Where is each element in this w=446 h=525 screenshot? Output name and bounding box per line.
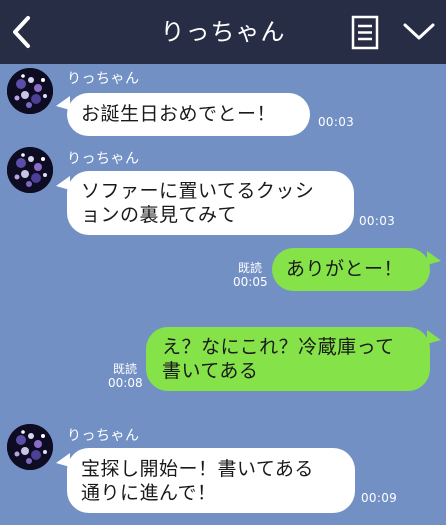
avatar-image	[7, 68, 53, 114]
read-status: 既読	[237, 261, 262, 275]
chat-screen: りっちゃん りっちゃん お誕生日おめでとー！ 00:03 りっちゃん ソファーに…	[0, 0, 446, 525]
back-button[interactable]	[2, 8, 42, 56]
menu-button[interactable]	[348, 14, 382, 52]
sender-name: りっちゃん	[67, 71, 140, 87]
bubble-tail	[427, 330, 441, 344]
message-text-line: ソファーに置いてるクッシ	[81, 180, 315, 202]
message-meta: 既読 00:05	[233, 261, 268, 289]
message-time: 00:05	[233, 275, 268, 289]
chat-title: りっちゃん	[160, 18, 286, 46]
message-text-line: え？なにこれ？冷蔵庫って	[162, 336, 395, 358]
message-text-line: ョンの裏見てみて	[81, 204, 238, 226]
message-text: ありがとー！	[286, 258, 404, 280]
chevron-left-icon	[13, 16, 30, 48]
avatar[interactable]	[7, 68, 53, 114]
sender-name: りっちゃん	[67, 428, 140, 444]
bubble-tail	[427, 251, 441, 265]
avatar-image	[7, 424, 53, 470]
avatar-image	[7, 147, 53, 193]
message-time: 00:08	[108, 376, 143, 390]
message-bubble[interactable]: ありがとー！	[272, 248, 430, 291]
message-text-line: 宝探し開始ー！書いてある	[81, 458, 314, 480]
list-icon	[351, 15, 379, 50]
message-bubble[interactable]: 宝探し開始ー！書いてある 通りに進んで！	[67, 448, 355, 513]
message-time: 00:09	[361, 491, 398, 505]
message-time: 00:03	[318, 115, 355, 129]
sender-name: りっちゃん	[67, 151, 140, 167]
expand-button[interactable]	[398, 16, 440, 48]
read-status: 既読	[112, 362, 137, 376]
message-bubble[interactable]: え？なにこれ？冷蔵庫って 書いてある	[146, 327, 430, 391]
message-text: お誕生日おめでとー！	[81, 103, 277, 125]
message-meta: 既読 00:08	[108, 362, 143, 390]
chat-header: りっちゃん	[0, 0, 446, 64]
message-time: 00:03	[359, 214, 396, 228]
message-text-line: 通りに進んで！	[81, 482, 217, 504]
chevron-down-icon	[403, 23, 435, 40]
message-text-line: 書いてある	[162, 360, 259, 382]
avatar[interactable]	[7, 147, 53, 193]
avatar[interactable]	[7, 424, 53, 470]
message-bubble[interactable]: ソファーに置いてるクッシ ョンの裏見てみて	[67, 171, 354, 235]
message-bubble[interactable]: お誕生日おめでとー！	[67, 93, 310, 136]
